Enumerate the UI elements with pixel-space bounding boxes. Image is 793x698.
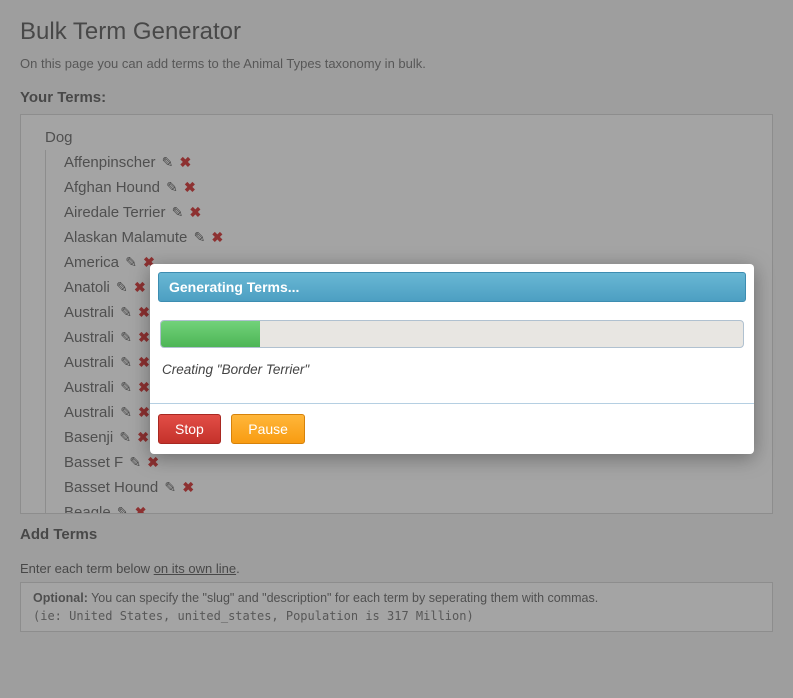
dialog-title: Generating Terms... (158, 272, 746, 302)
generate-dialog: Generating Terms... Creating "Border Ter… (150, 264, 754, 454)
stop-button[interactable]: Stop (158, 414, 221, 444)
pause-button[interactable]: Pause (231, 414, 305, 444)
progress-bar-track (160, 320, 744, 348)
progress-bar-fill (161, 321, 260, 347)
creating-status: Creating "Border Terrier" (162, 362, 744, 377)
